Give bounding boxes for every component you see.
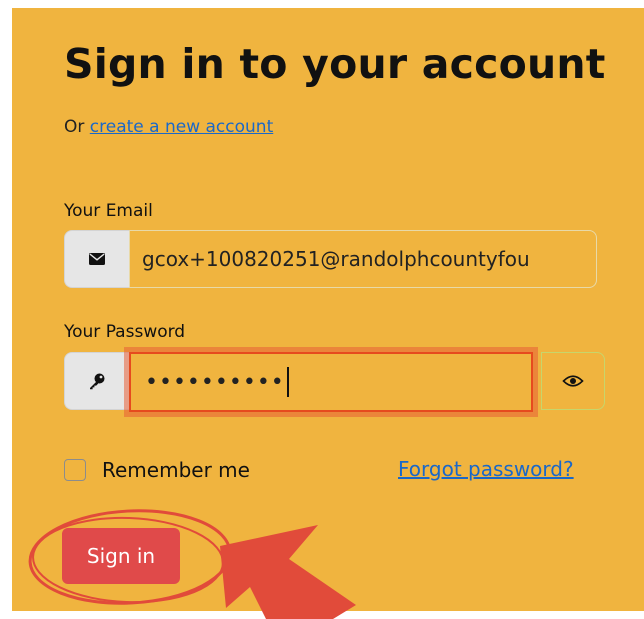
email-input[interactable]: gcox+100820251@randolphcountyfou: [129, 230, 597, 288]
text-caret: [286, 367, 289, 397]
sign-in-panel: [12, 8, 644, 611]
sign-in-button[interactable]: Sign in: [62, 528, 180, 584]
create-account-link[interactable]: create a new account: [90, 117, 273, 137]
subtitle-prefix: Or: [64, 117, 85, 137]
password-input-group: ••••••••••: [64, 352, 605, 412]
remember-me-row: Remember me: [64, 458, 250, 482]
key-icon: [64, 352, 129, 410]
forgot-password-link[interactable]: Forgot password?: [398, 457, 574, 481]
envelope-icon: [64, 230, 129, 288]
remember-me-label[interactable]: Remember me: [102, 458, 250, 482]
remember-me-checkbox[interactable]: [64, 459, 86, 481]
password-masked-value: ••••••••••: [145, 369, 285, 395]
email-label: Your Email: [64, 201, 153, 221]
password-input[interactable]: ••••••••••: [129, 352, 533, 412]
email-input-group: gcox+100820251@randolphcountyfou: [64, 230, 597, 288]
password-label: Your Password: [64, 322, 186, 342]
page-title: Sign in to your account: [64, 40, 606, 88]
subtitle: Or create a new account: [64, 117, 273, 137]
eye-icon[interactable]: [541, 352, 605, 410]
